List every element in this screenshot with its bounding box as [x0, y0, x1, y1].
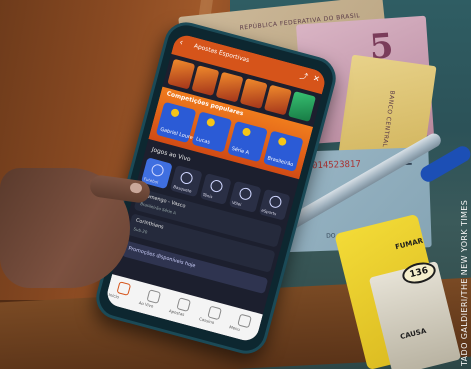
ball-icon: [150, 162, 165, 178]
promo-card-label: Lucas: [195, 136, 211, 146]
banknote-text: DO: [326, 232, 336, 240]
ball-icon: [238, 186, 254, 202]
sport-label: eSports: [260, 207, 277, 217]
sport-tab[interactable]: Basquete: [170, 165, 203, 198]
trophy-icon: [205, 117, 216, 128]
ball-icon: [208, 178, 224, 194]
back-arrow-icon[interactable]: ‹: [178, 38, 184, 49]
game-tile[interactable]: [191, 65, 220, 97]
game-tile[interactable]: [167, 58, 196, 90]
ball-icon: [179, 170, 195, 186]
trophy-icon: [170, 107, 180, 118]
promo-card-label: Série A: [230, 145, 250, 157]
banknote-text: BANCO CENTRAL: [380, 89, 396, 148]
game-tile[interactable]: [239, 78, 268, 109]
sport-tab[interactable]: Vôlei: [229, 180, 262, 213]
nav-item-menu[interactable]: Menu: [225, 306, 263, 343]
sport-tab[interactable]: eSports: [258, 188, 291, 221]
photo-credit: TADO GALDIERI/THE NEW YORK TIMES: [460, 199, 469, 366]
game-tile[interactable]: [263, 84, 292, 116]
sport-label: Tênis: [202, 191, 214, 200]
trophy-icon: [277, 136, 288, 147]
close-icon[interactable]: ✕: [312, 74, 321, 84]
sport-label: Vôlei: [231, 199, 242, 208]
ball-icon: [267, 194, 283, 210]
trophy-icon: [241, 127, 252, 137]
share-icon[interactable]: ⤴: [299, 70, 310, 83]
game-tile[interactable]: [288, 91, 317, 122]
game-tile[interactable]: [215, 71, 244, 103]
match-subtitle: Sub-20: [133, 226, 149, 235]
sport-label: Basquete: [172, 183, 193, 194]
sport-tab[interactable]: Tênis: [199, 172, 232, 205]
photo-frame: REPÚBLICA FEDERATIVA DO BRASIL 5 BANCO C…: [0, 0, 471, 369]
app-title: Apostas Esportivas: [193, 42, 250, 65]
